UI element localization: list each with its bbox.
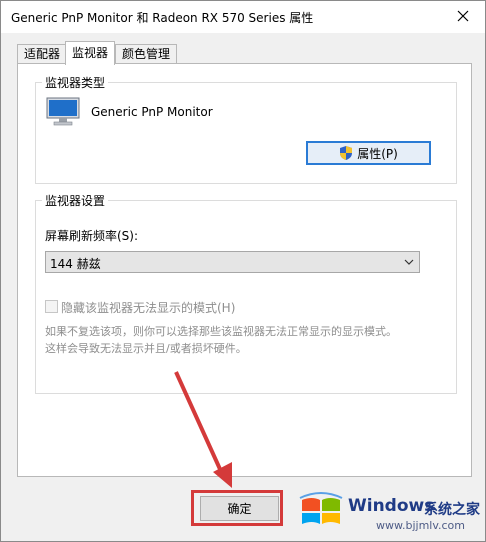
windows-logo-icon — [299, 492, 343, 524]
watermark-brand: Windows — [348, 496, 435, 516]
annotation-arrow — [174, 371, 232, 488]
tab-monitor-label: 监视器 — [72, 46, 109, 60]
watermark-brand-cn: 系统之家 — [424, 502, 480, 518]
watermark-url: www.bjjmlv.com — [376, 519, 465, 532]
tab-monitor[interactable]: 监视器 — [65, 41, 116, 65]
annotation-highlight-box — [191, 490, 283, 526]
watermark: Windows 系统之家 www.bjjmlv.com — [296, 486, 482, 538]
